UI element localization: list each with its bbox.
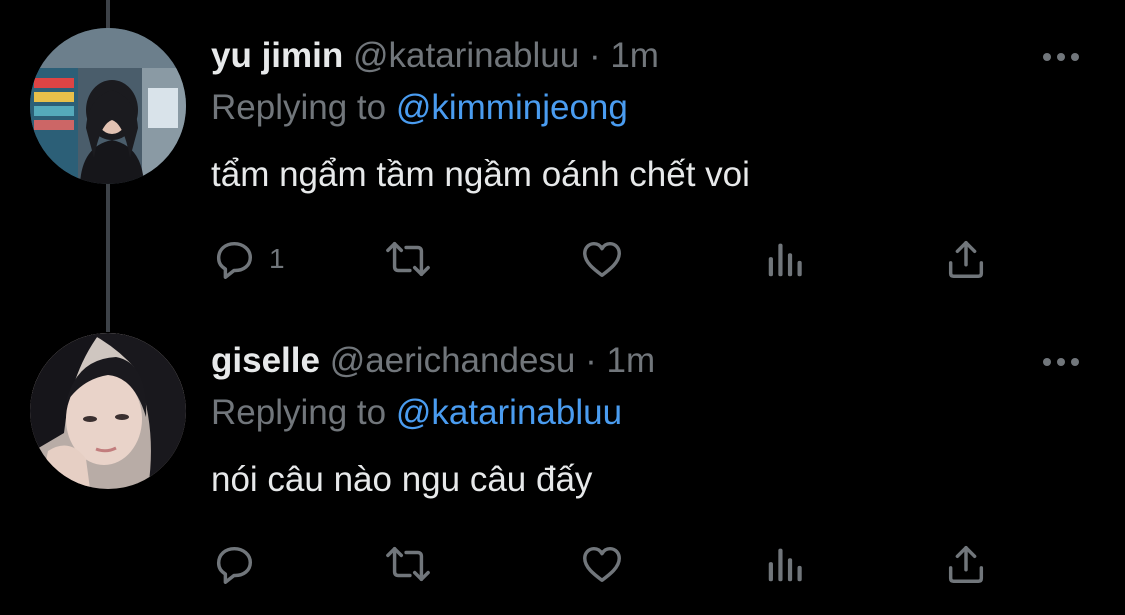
- like-icon: [579, 541, 625, 587]
- tweet[interactable]: yu jimin @katarinabluu · 1m Replying to …: [0, 0, 1125, 305]
- share-button[interactable]: [943, 236, 989, 282]
- replying-to-mention[interactable]: @katarinabluu: [396, 393, 622, 432]
- display-name[interactable]: yu jimin: [211, 36, 343, 75]
- tweet-header: yu jimin @katarinabluu · 1m: [211, 34, 659, 78]
- retweet-icon: [383, 236, 433, 282]
- like-button[interactable]: [579, 236, 625, 282]
- user-handle[interactable]: @katarinabluu: [353, 36, 579, 75]
- reply-count: 1: [269, 243, 285, 274]
- more-icon[interactable]: [1041, 355, 1081, 367]
- replying-to-mention[interactable]: @kimminjeong: [396, 88, 628, 127]
- replying-prefix: Replying to: [211, 393, 387, 432]
- display-name[interactable]: giselle: [211, 341, 320, 380]
- avatar[interactable]: [30, 333, 186, 489]
- share-button[interactable]: [943, 541, 989, 587]
- share-icon: [943, 236, 989, 282]
- views-button[interactable]: [763, 236, 809, 282]
- tweet-text: nói câu nào ngu câu đấy: [211, 460, 593, 499]
- more-icon[interactable]: [1041, 50, 1081, 62]
- views-button[interactable]: [763, 541, 809, 587]
- like-icon: [579, 236, 625, 282]
- tweet-text: tẩm ngẩm tầm ngầm oánh chết voi: [211, 155, 750, 194]
- timestamp[interactable]: 1m: [607, 341, 656, 380]
- replying-to: Replying to @katarinabluu: [211, 391, 622, 435]
- tweet-header: giselle @aerichandesu · 1m: [211, 339, 655, 383]
- reply-icon: [211, 541, 257, 587]
- replying-to: Replying to @kimminjeong: [211, 86, 628, 130]
- views-icon: [763, 236, 809, 282]
- tweet-actions: [211, 541, 1011, 587]
- reply-icon: [211, 236, 257, 282]
- retweet-button[interactable]: [383, 541, 433, 587]
- user-handle[interactable]: @aerichandesu: [330, 341, 576, 380]
- separator-dot: ·: [588, 36, 601, 75]
- tweet[interactable]: giselle @aerichandesu · 1m Replying to @…: [0, 305, 1125, 615]
- retweet-button[interactable]: [383, 236, 433, 282]
- separator-dot: ·: [585, 341, 597, 380]
- reply-button[interactable]: 1: [211, 236, 285, 282]
- replying-prefix: Replying to: [211, 88, 387, 127]
- reply-button[interactable]: [211, 541, 269, 587]
- views-icon: [763, 541, 809, 587]
- tweet-actions: 1: [211, 236, 1011, 282]
- avatar[interactable]: [30, 28, 186, 184]
- retweet-icon: [383, 541, 433, 587]
- share-icon: [943, 541, 989, 587]
- timestamp[interactable]: 1m: [610, 36, 659, 75]
- like-button[interactable]: [579, 541, 625, 587]
